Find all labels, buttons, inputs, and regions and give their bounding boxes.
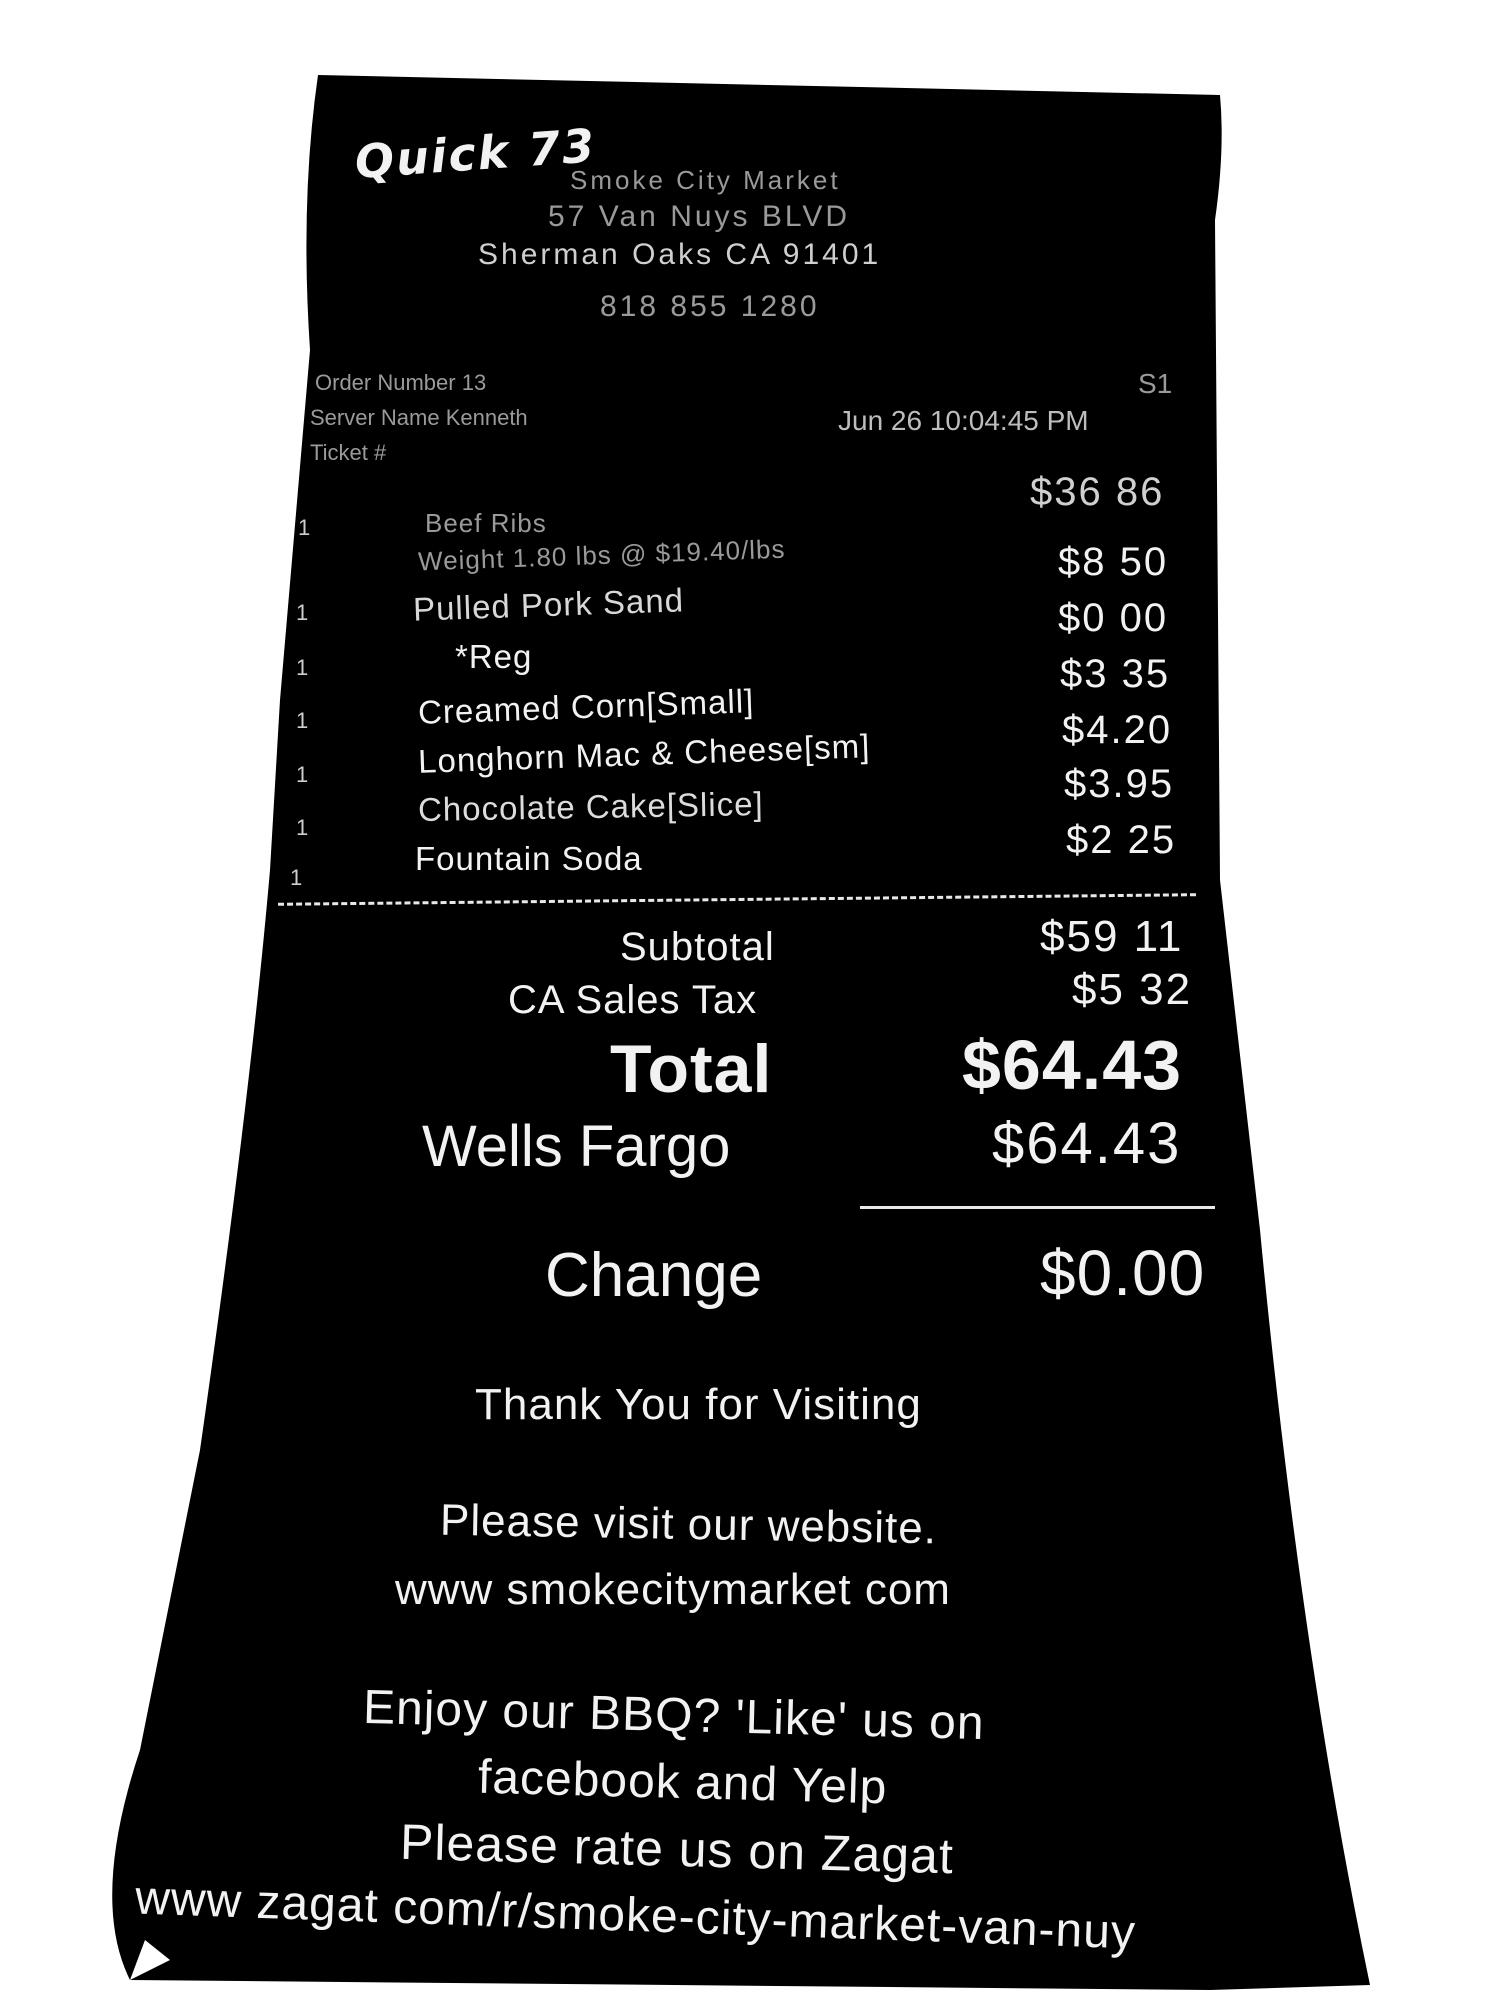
item-qty: 1 xyxy=(296,708,309,733)
item-qty: 1 xyxy=(296,600,309,625)
server-name: Server Name Kenneth xyxy=(310,405,528,430)
website-url: www smokecitymarket com xyxy=(395,1565,951,1614)
item-name: Fountain Soda xyxy=(415,840,643,877)
item-name: Beef Ribs xyxy=(425,508,547,538)
item-qty: 1 xyxy=(290,865,303,890)
store-street: 57 Van Nuys BLVD xyxy=(548,200,851,233)
item-name: Creamed Corn[Small] xyxy=(417,682,755,731)
tax-label: CA Sales Tax xyxy=(508,978,758,1022)
store-name: Smoke City Market xyxy=(570,165,841,195)
order-datetime: Jun 26 10:04:45 PM xyxy=(838,405,1089,436)
thanks-message: Thank You for Visiting xyxy=(475,1380,922,1429)
item-name: Longhorn Mac & Cheese[sm] xyxy=(417,727,871,780)
bbq-like-line: Enjoy our BBQ? 'Like' us on xyxy=(362,1680,986,1751)
order-number: Order Number 13 xyxy=(315,370,487,395)
ticket-number: Ticket # xyxy=(310,440,387,465)
item-price: $36 86 xyxy=(1030,470,1165,514)
receipt-photo: Quick 73 Smoke City Market 57 Van Nuys B… xyxy=(0,0,1500,2000)
item-qty: 1 xyxy=(296,815,309,840)
item-name: *Reg xyxy=(455,638,533,675)
item-price: $3 35 xyxy=(1060,652,1171,696)
item-qty: 1 xyxy=(296,762,309,787)
store-phone: 818 855 1280 xyxy=(600,290,820,323)
change-value: $0.00 xyxy=(1040,1237,1206,1309)
item-price: $2 25 xyxy=(1066,818,1177,862)
item-name: Chocolate Cake[Slice] xyxy=(417,784,764,829)
item-weight-detail: Weight 1.80 lbs @ $19.40/lbs xyxy=(417,533,786,577)
subtotal-label: Subtotal xyxy=(620,925,775,969)
change-label: Change xyxy=(545,1241,763,1310)
station-id: S1 xyxy=(1138,368,1173,399)
tender-divider xyxy=(860,1206,1215,1209)
total-label: Total xyxy=(610,1031,773,1107)
item-qty: 1 xyxy=(298,515,311,540)
tax-value: $5 32 xyxy=(1072,965,1193,1014)
item-price: $8 50 xyxy=(1058,540,1169,584)
subtotal-value: $59 11 xyxy=(1040,912,1184,961)
item-qty: 1 xyxy=(296,655,309,680)
item-price: $0 00 xyxy=(1058,596,1169,640)
item-name: Pulled Pork Sand xyxy=(412,581,685,628)
social-line: facebook and Yelp xyxy=(477,1750,888,1815)
store-city: Sherman Oaks CA 91401 xyxy=(478,238,882,271)
visit-website-line: Please visit our website. xyxy=(439,1495,938,1554)
store-logo: Quick 73 xyxy=(353,118,598,189)
receipt-content: Quick 73 Smoke City Market 57 Van Nuys B… xyxy=(0,0,1500,2000)
tender-value: $64.43 xyxy=(992,1111,1182,1176)
zagat-url: www zagat com/r/smoke-city-market-van-nu… xyxy=(134,1871,1137,1960)
item-price: $4.20 xyxy=(1062,708,1173,752)
item-price: $3.95 xyxy=(1064,762,1175,806)
tender-label: Wells Fargo xyxy=(422,1114,731,1179)
items-divider xyxy=(278,893,1196,906)
rate-zagat-line: Please rate us on Zagat xyxy=(399,1813,955,1885)
total-value: $64.43 xyxy=(962,1026,1183,1104)
